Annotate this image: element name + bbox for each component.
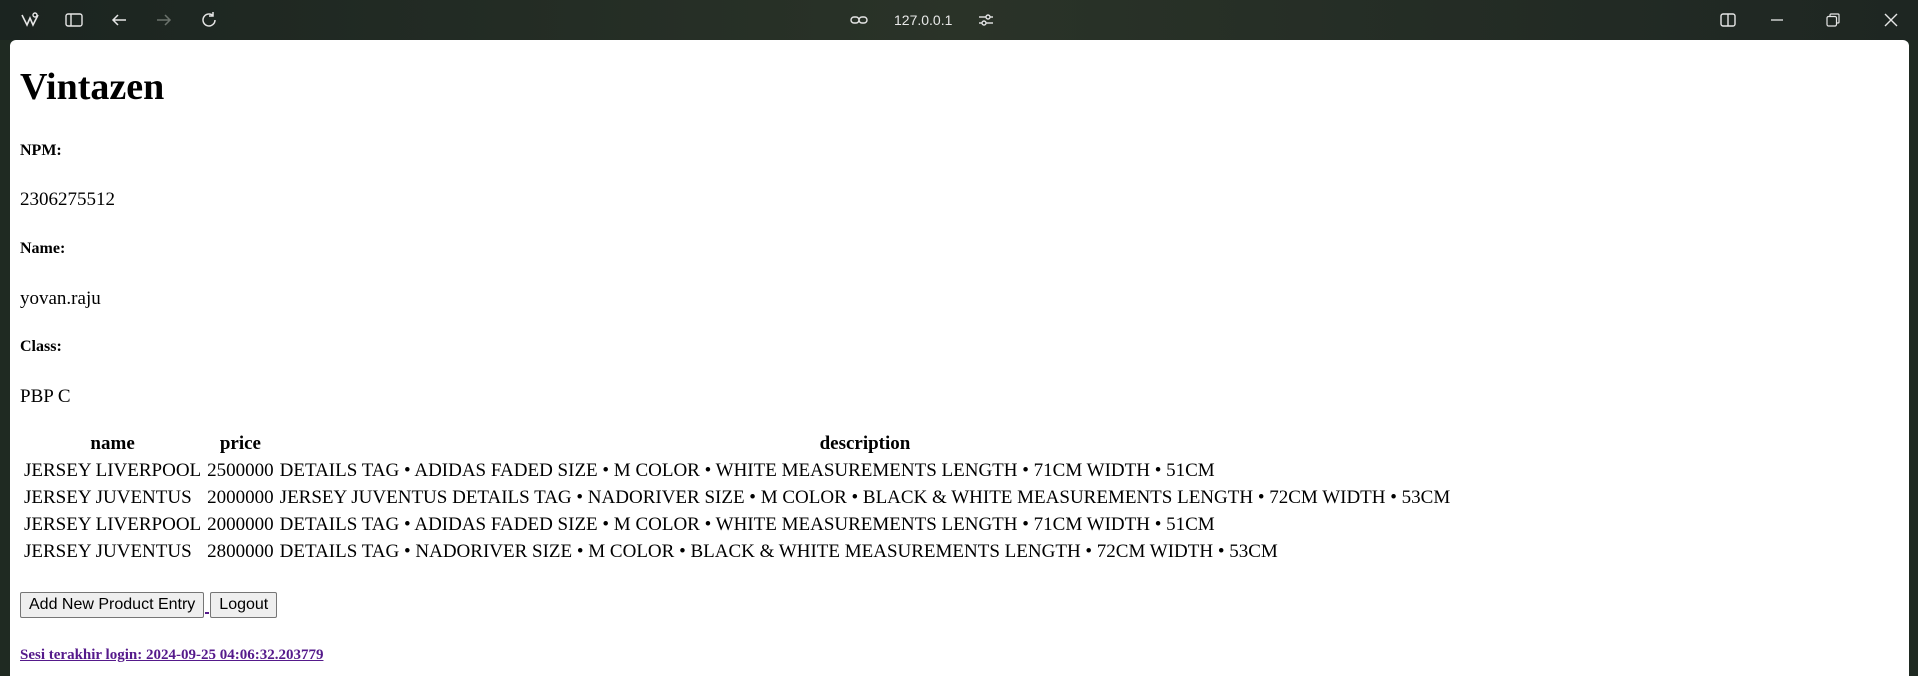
class-value: PBP C [20, 386, 71, 407]
table-row: JERSEY LIVERPOOL 2500000 DETAILS TAG • A… [22, 458, 1452, 483]
cell-price: 2500000 [207, 459, 274, 481]
back-icon[interactable] [105, 8, 133, 32]
brand-icon[interactable] [16, 8, 44, 32]
add-product-button[interactable]: Add New Product Entry [20, 592, 205, 618]
table-row: JERSEY JUVENTUS 2800000 DETAILS TAG • NA… [22, 539, 1452, 564]
page-viewport: Vintazen NPM: 2306275512 Name: yovan.raj… [10, 40, 1909, 676]
table-row: JERSEY LIVERPOOL 2000000 DETAILS TAG • A… [22, 512, 1452, 537]
table-row: JERSEY JUVENTUS 2000000 JERSEY JUVENTUS … [22, 485, 1452, 510]
cell-description: DETAILS TAG • ADIDAS FADED SIZE • M COLO… [279, 513, 1215, 535]
cell-description: DETAILS TAG • NADORIVER SIZE • M COLOR •… [279, 540, 1278, 562]
address-url[interactable]: 127.0.0.1 [880, 12, 966, 28]
name-label: Name: [20, 240, 66, 257]
npm-label: NPM: [20, 142, 62, 159]
restore-icon[interactable] [1819, 8, 1847, 32]
action-bar: Add New Product Entry Logout [20, 592, 278, 618]
cell-description: JERSEY JUVENTUS DETAILS TAG • NADORIVER … [279, 486, 1451, 508]
minimize-icon[interactable] [1763, 8, 1791, 32]
header-name: name [90, 433, 135, 454]
cell-name: JERSEY LIVERPOOL [24, 513, 202, 535]
table-header-row: name price description [22, 432, 1452, 456]
header-price: price [219, 433, 261, 454]
link-icon [850, 14, 868, 26]
forward-icon[interactable] [150, 8, 178, 32]
site-settings-icon[interactable] [978, 13, 994, 27]
address-bar[interactable]: 127.0.0.1 [850, 8, 994, 32]
cell-name: JERSEY JUVENTUS [24, 540, 192, 562]
sidebar-toggle-icon[interactable] [60, 8, 88, 32]
name-value: yovan.raju [20, 288, 101, 309]
browser-toolbar: 127.0.0.1 [0, 0, 1918, 40]
npm-value: 2306275512 [20, 189, 115, 210]
reload-icon[interactable] [195, 8, 223, 32]
cell-name: JERSEY LIVERPOOL [24, 459, 202, 481]
product-table: name price description JERSEY LIVERPOOL … [20, 430, 1454, 566]
link-underline-divider [205, 612, 210, 614]
page-title: Vintazen [20, 66, 165, 108]
cell-name: JERSEY JUVENTUS [24, 486, 192, 508]
split-view-icon[interactable] [1714, 8, 1742, 32]
last-login-link[interactable]: Sesi terakhir login: 2024-09-25 04:06:32… [20, 647, 323, 664]
cell-price: 2800000 [207, 540, 274, 562]
cell-price: 2000000 [207, 513, 274, 535]
class-label: Class: [20, 338, 62, 355]
header-description: description [819, 433, 911, 454]
close-icon[interactable] [1877, 8, 1905, 32]
cell-price: 2000000 [207, 486, 274, 508]
logout-button[interactable]: Logout [210, 592, 278, 618]
cell-description: DETAILS TAG • ADIDAS FADED SIZE • M COLO… [279, 459, 1215, 481]
